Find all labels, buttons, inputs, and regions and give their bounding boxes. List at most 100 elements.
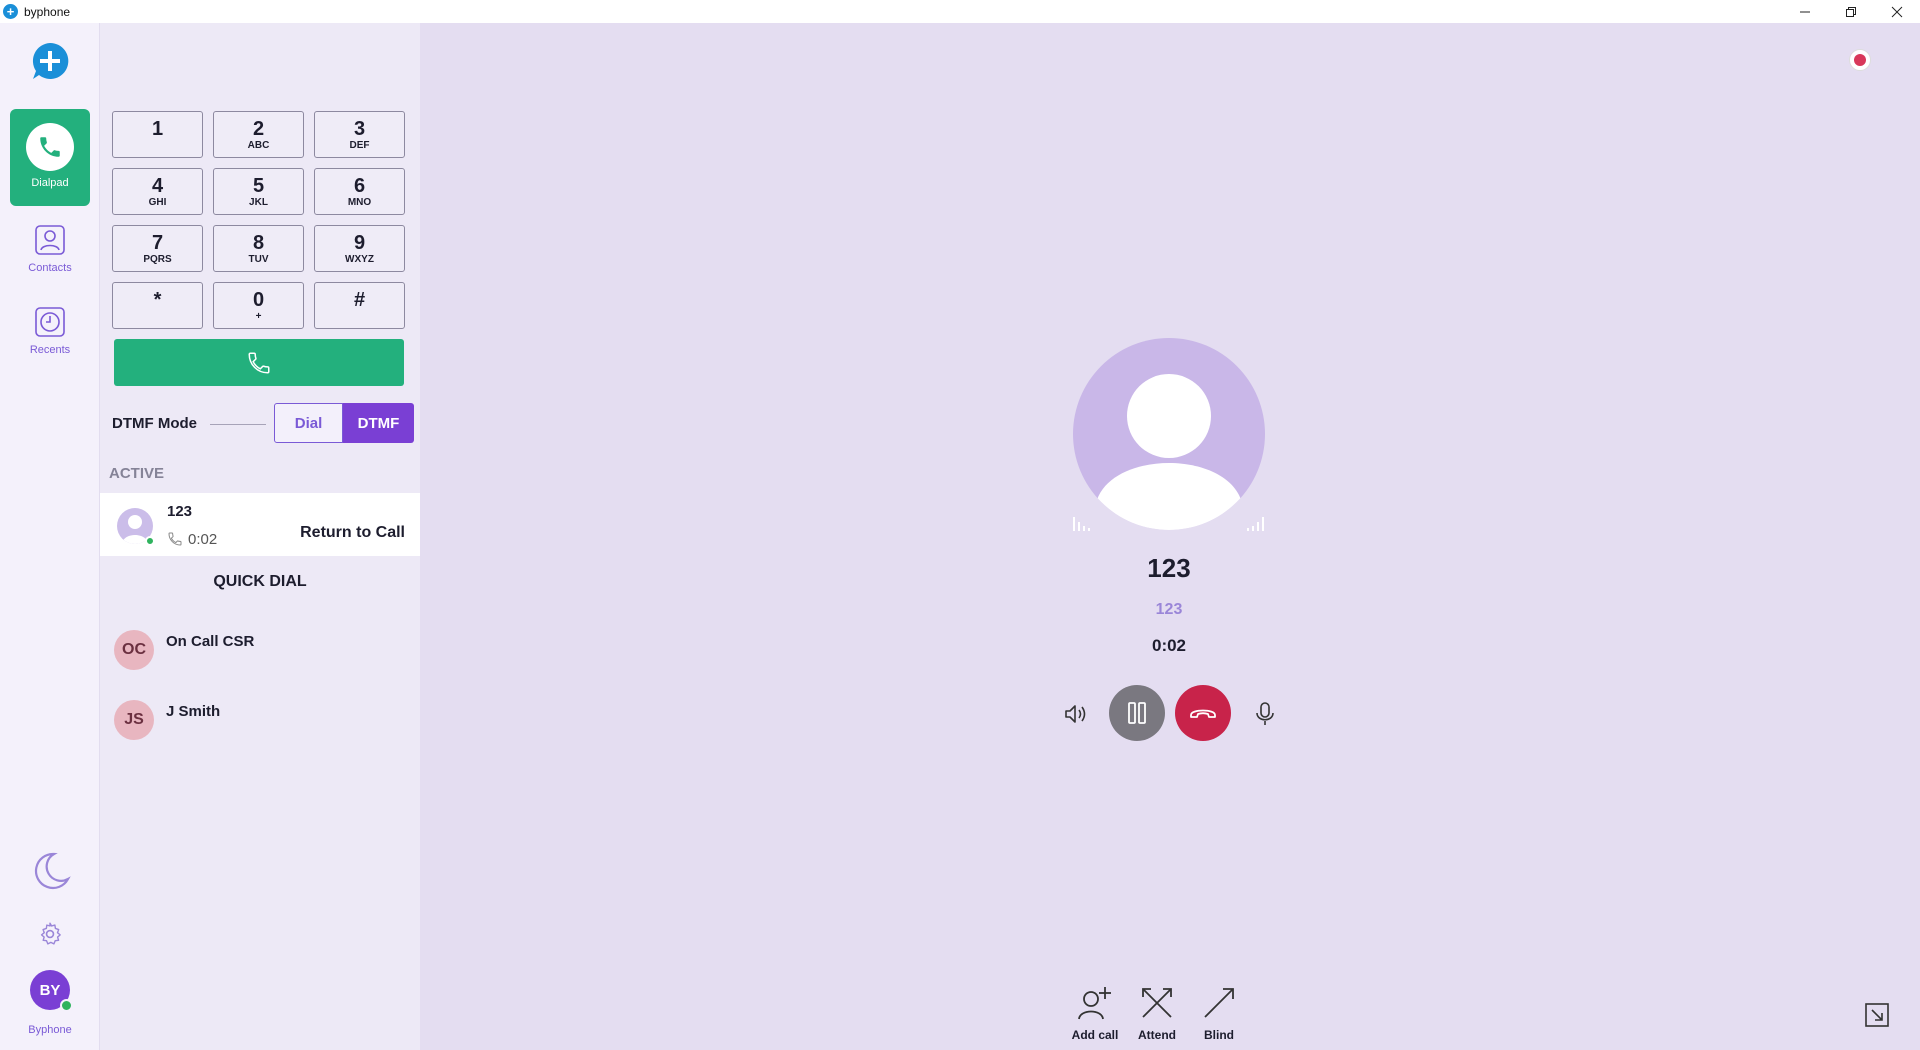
key-letters: TUV bbox=[248, 254, 269, 265]
nav-item-contacts[interactable]: Contacts bbox=[10, 216, 90, 296]
callee-avatar bbox=[1073, 338, 1265, 530]
nav-rail: Dialpad Contacts Recents BY Byphone bbox=[0, 23, 100, 1050]
add-call-button[interactable]: Add call bbox=[1063, 985, 1127, 1042]
app-logo-icon: + bbox=[3, 4, 18, 19]
avatar: BY bbox=[30, 970, 73, 1012]
dialpad-key-hash[interactable]: # bbox=[314, 282, 405, 329]
key-number: 9 bbox=[353, 232, 366, 254]
avatar: JS bbox=[114, 700, 154, 740]
phone-icon-circle bbox=[26, 123, 74, 171]
close-button[interactable] bbox=[1874, 0, 1920, 23]
new-chat-logo-icon[interactable] bbox=[30, 41, 70, 81]
dialpad-panel: 1 2 ABC 3 DEF 4 GHI 5 JKL 6 MNO 7 PQRS 8 TUV 9W… bbox=[100, 23, 420, 1050]
quick-dial-item[interactable]: OC On Call CSR bbox=[114, 630, 414, 674]
mode-dtmf-button[interactable]: DTMF bbox=[343, 403, 414, 443]
dialpad-key-1[interactable]: 1 bbox=[112, 111, 203, 158]
attended-transfer-icon bbox=[1142, 988, 1172, 1018]
active-section-label: ACTIVE bbox=[109, 465, 165, 482]
blind-label: Blind bbox=[1204, 1028, 1234, 1042]
restore-button[interactable] bbox=[1828, 0, 1874, 23]
key-letters: GHI bbox=[148, 197, 167, 208]
microphone-icon bbox=[1256, 702, 1274, 725]
dialpad-key-6[interactable]: 6 MNO bbox=[314, 168, 405, 215]
key-number: * bbox=[153, 289, 162, 311]
active-call-card[interactable]: 123 0:02 Return to Call bbox=[100, 493, 420, 556]
audio-level-left-icon bbox=[1073, 517, 1090, 531]
pause-icon bbox=[1128, 702, 1146, 724]
phone-icon bbox=[40, 137, 60, 157]
add-user-icon bbox=[1078, 987, 1111, 1020]
dialpad-key-2[interactable]: 2 ABC bbox=[213, 111, 304, 158]
nav-item-dialpad[interactable]: Dialpad bbox=[10, 109, 90, 206]
user-name: Byphone bbox=[28, 1024, 72, 1036]
dialpad-key-0[interactable]: 0 + bbox=[213, 282, 304, 329]
dialpad-key-9[interactable]: 9 WXYZ bbox=[314, 225, 405, 272]
key-number: 8 bbox=[252, 232, 265, 254]
mode-dial-button[interactable]: Dial bbox=[274, 403, 343, 443]
dtmf-mode-label: DTMF Mode bbox=[112, 415, 197, 432]
key-letters: + bbox=[255, 311, 262, 322]
dialpad-key-4[interactable]: 4 GHI bbox=[112, 168, 203, 215]
dialpad-key-8[interactable]: 8 TUV bbox=[213, 225, 304, 272]
person-icon bbox=[1095, 374, 1243, 530]
title-bar: + byphone bbox=[0, 0, 1920, 23]
quick-dial-name: J Smith bbox=[166, 703, 221, 720]
speaker-button[interactable] bbox=[1061, 699, 1091, 729]
moon-icon bbox=[34, 852, 71, 890]
key-number: 7 bbox=[151, 232, 164, 254]
quick-dial-title: QUICK DIAL bbox=[213, 573, 307, 590]
window-title: byphone bbox=[24, 4, 71, 19]
attended-transfer-button[interactable]: Attend bbox=[1125, 985, 1189, 1042]
mute-button[interactable] bbox=[1250, 699, 1280, 729]
key-number: 0 bbox=[252, 289, 265, 311]
key-number: 3 bbox=[353, 118, 366, 140]
key-number: 1 bbox=[151, 118, 164, 140]
key-letters: MNO bbox=[347, 197, 372, 208]
dial-call-button[interactable] bbox=[114, 339, 404, 386]
call-screen: 123 123 0:02 Add call Attend Blind bbox=[420, 23, 1920, 1050]
attend-label: Attend bbox=[1138, 1028, 1176, 1042]
hold-button[interactable] bbox=[1109, 685, 1165, 741]
key-number: 4 bbox=[151, 175, 164, 197]
quick-dial-name: On Call CSR bbox=[166, 633, 255, 650]
clock-icon bbox=[35, 307, 65, 337]
phone-icon bbox=[168, 532, 182, 546]
quick-dial-item[interactable]: JS J Smith bbox=[114, 700, 414, 744]
window-controls bbox=[1782, 0, 1920, 23]
audio-level-right-icon bbox=[1247, 517, 1264, 531]
key-number: # bbox=[353, 289, 366, 311]
online-status-dot bbox=[145, 536, 155, 546]
contact-icon bbox=[35, 225, 65, 255]
dialpad-key-star[interactable]: * bbox=[112, 282, 203, 329]
blind-transfer-button[interactable]: Blind bbox=[1187, 985, 1251, 1042]
key-number: 5 bbox=[252, 175, 265, 197]
nav-item-recents[interactable]: Recents bbox=[10, 298, 90, 378]
online-status-dot bbox=[60, 999, 73, 1012]
key-letters: DEF bbox=[349, 140, 370, 151]
nav-item-label: Contacts bbox=[28, 262, 72, 274]
key-number: 2 bbox=[252, 118, 265, 140]
active-call-duration: 0:02 bbox=[188, 531, 218, 548]
hangup-icon bbox=[1190, 709, 1216, 718]
settings-button[interactable] bbox=[0, 921, 100, 947]
minimize-button[interactable] bbox=[1782, 0, 1828, 23]
avatar-initials: BY bbox=[39, 981, 61, 999]
dark-mode-toggle[interactable] bbox=[0, 849, 100, 893]
speaker-icon bbox=[1065, 705, 1086, 723]
dialpad-key-5[interactable]: 5 JKL bbox=[213, 168, 304, 215]
return-to-call-link[interactable]: Return to Call bbox=[300, 524, 405, 542]
minimize-call-view-button[interactable] bbox=[1863, 1001, 1891, 1029]
nav-item-label: Dialpad bbox=[31, 177, 69, 189]
user-profile[interactable]: BY bbox=[0, 970, 100, 1012]
close-icon bbox=[1891, 6, 1903, 17]
hangup-button[interactable] bbox=[1175, 685, 1231, 741]
avatar: OC bbox=[114, 630, 154, 670]
key-letters: PQRS bbox=[143, 254, 172, 265]
dialpad-key-7[interactable]: 7 PQRS bbox=[112, 225, 203, 272]
record-button[interactable] bbox=[1849, 49, 1871, 71]
minimize-icon bbox=[1800, 11, 1810, 12]
callee-number: 123 bbox=[1155, 601, 1183, 618]
dialpad-key-3[interactable]: 3 DEF bbox=[314, 111, 405, 158]
call-timer: 0:02 bbox=[1151, 636, 1187, 655]
collapse-icon bbox=[1865, 1003, 1889, 1027]
